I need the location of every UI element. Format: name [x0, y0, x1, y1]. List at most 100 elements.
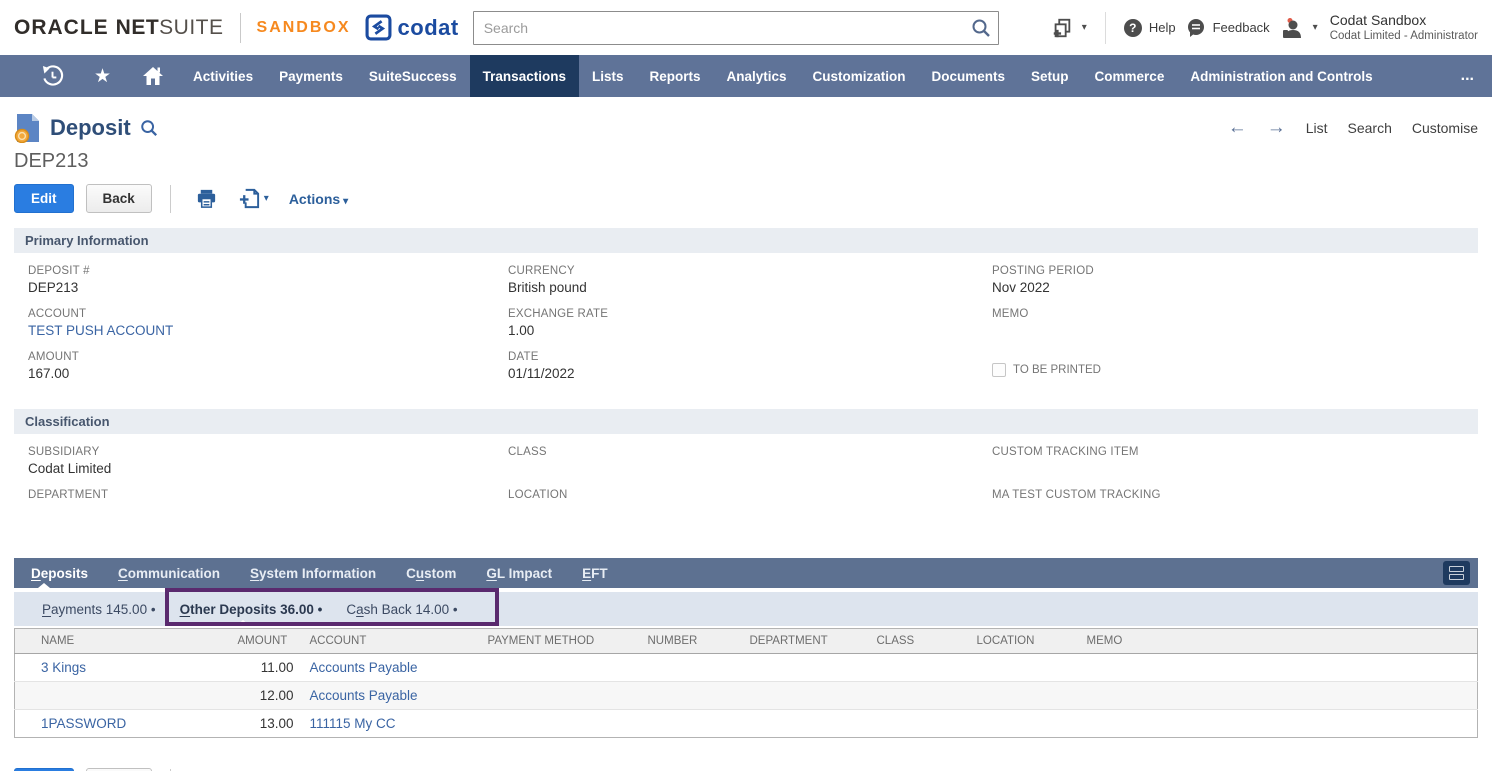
- field-value: [992, 323, 1478, 339]
- title-search-icon[interactable]: [140, 119, 158, 137]
- account-link[interactable]: Accounts Payable: [310, 660, 418, 675]
- nav-item-activities[interactable]: Activities: [180, 55, 266, 97]
- field-value: [508, 504, 992, 520]
- col-header-class: CLASS: [869, 629, 969, 654]
- name-link[interactable]: 3 Kings: [41, 660, 86, 675]
- edit-button[interactable]: Edit: [14, 184, 74, 213]
- global-search-input[interactable]: [473, 11, 999, 45]
- classification-fields: SUBSIDIARY Codat Limited DEPARTMENT CLAS…: [14, 434, 1478, 532]
- col-header-account: ACCOUNT: [302, 629, 480, 654]
- nav-item-documents[interactable]: Documents: [919, 55, 1019, 97]
- classification-col-3: CUSTOM TRACKING ITEM MA TEST CUSTOM TRAC…: [992, 446, 1478, 532]
- nav-item-suitesuccess[interactable]: SuiteSuccess: [356, 55, 470, 97]
- actions-menu[interactable]: Actions▾: [289, 191, 348, 207]
- nav-item-reports[interactable]: Reports: [636, 55, 713, 97]
- recents-menu[interactable]: [26, 55, 79, 97]
- field-location: LOCATION: [508, 489, 992, 532]
- field-value: 1.00: [508, 323, 992, 339]
- field-label: AMOUNT: [28, 351, 508, 363]
- title-left: Deposit: [14, 113, 158, 143]
- nav-item-analytics[interactable]: Analytics: [713, 55, 799, 97]
- department-cell: [742, 682, 869, 710]
- col-header-location: LOCATION: [969, 629, 1079, 654]
- deposit-record-icon: [14, 113, 41, 143]
- new-record-icon: [238, 187, 261, 210]
- name-link[interactable]: 1PASSWORD: [41, 716, 126, 731]
- oracle-logo: ORACLE: [14, 16, 109, 40]
- nav-item-lists[interactable]: Lists: [579, 55, 637, 97]
- nav-overflow-button[interactable]: ...: [1443, 55, 1492, 97]
- field-label: MEMO: [992, 308, 1478, 320]
- subtab-cash-back[interactable]: Cash Back 14.00 •: [344, 592, 459, 626]
- nav-item-transactions[interactable]: Transactions: [470, 55, 579, 97]
- create-new-menu[interactable]: ▾: [1051, 17, 1087, 39]
- nav-item-commerce[interactable]: Commerce: [1082, 55, 1178, 97]
- col-header-number: NUMBER: [640, 629, 742, 654]
- top-right-cluster: ▾ ? Help Feedback ▾ Codat: [1051, 12, 1478, 44]
- customise-link[interactable]: Customise: [1412, 120, 1478, 136]
- payment-method-cell: [480, 710, 640, 738]
- print-button[interactable]: [189, 187, 224, 210]
- field-currency: CURRENCY British pound: [508, 265, 992, 308]
- printer-icon: [195, 187, 218, 210]
- chevron-down-icon: ▾: [264, 193, 269, 204]
- forward-arrow-icon[interactable]: →: [1267, 117, 1286, 139]
- account-link[interactable]: Accounts Payable: [310, 688, 418, 703]
- payment-method-cell: [480, 682, 640, 710]
- to-be-printed-checkbox[interactable]: [992, 363, 1006, 377]
- tab-eft[interactable]: EFT: [567, 558, 623, 588]
- help-button[interactable]: ? Help: [1124, 19, 1176, 37]
- nav-item-setup[interactable]: Setup: [1018, 55, 1082, 97]
- tab-custom[interactable]: Custom: [391, 558, 471, 588]
- back-arrow-icon[interactable]: ←: [1228, 117, 1247, 139]
- list-link[interactable]: List: [1306, 120, 1328, 136]
- subtab-payments[interactable]: Payments 145.00 •: [40, 592, 158, 626]
- tab-deposits[interactable]: Deposits: [16, 558, 103, 588]
- create-new-icon: [1051, 17, 1073, 39]
- account-info[interactable]: Codat Sandbox Codat Limited - Administra…: [1330, 12, 1478, 44]
- location-cell: [969, 682, 1079, 710]
- primary-information-header: Primary Information: [14, 228, 1478, 253]
- main-nav: ★ Activities Payments SuiteSuccess Trans…: [0, 55, 1492, 97]
- title-row: Deposit ← → List Search Customise: [14, 113, 1478, 143]
- role-menu[interactable]: ▾: [1280, 17, 1318, 39]
- header-divider: [1105, 12, 1106, 44]
- account-role: Codat Limited - Administrator: [1330, 29, 1478, 43]
- favorites-menu[interactable]: ★: [79, 55, 126, 97]
- field-label: DEPOSIT #: [28, 265, 508, 277]
- department-cell: [742, 654, 869, 682]
- amount-cell: 11.00: [230, 654, 302, 682]
- tab-system-information[interactable]: System Information: [235, 558, 391, 588]
- search-icon[interactable]: [971, 18, 991, 38]
- feedback-label: Feedback: [1213, 20, 1270, 35]
- field-custom-tracking-item: CUSTOM TRACKING ITEM: [992, 446, 1478, 489]
- nav-item-administration[interactable]: Administration and Controls: [1177, 55, 1385, 97]
- col-header-name: NAME: [15, 629, 230, 654]
- field-posting-period: POSTING PERIOD Nov 2022: [992, 265, 1478, 308]
- feedback-button[interactable]: Feedback: [1186, 18, 1270, 38]
- table-row: 1PASSWORD 13.00 111115 My CC: [15, 710, 1478, 738]
- classification-col-2: CLASS LOCATION: [508, 446, 992, 532]
- field-value: DEP213: [28, 280, 508, 296]
- col-header-payment-method: PAYMENT METHOD: [480, 629, 640, 654]
- chevron-down-icon: ▾: [1313, 22, 1318, 33]
- add-related-record-button[interactable]: ▾: [232, 187, 275, 210]
- field-value: [992, 461, 1478, 477]
- field-value: 01/11/2022: [508, 366, 992, 382]
- account-link[interactable]: TEST PUSH ACCOUNT: [28, 323, 508, 339]
- search-link[interactable]: Search: [1348, 120, 1392, 136]
- nav-item-customization[interactable]: Customization: [800, 55, 919, 97]
- account-link[interactable]: 111115 My CC: [310, 716, 396, 731]
- back-button[interactable]: Back: [86, 184, 152, 213]
- subtab-other-deposits[interactable]: Other Deposits 36.00 •: [178, 592, 325, 626]
- nav-item-payments[interactable]: Payments: [266, 55, 356, 97]
- codat-logo-icon: [365, 14, 392, 41]
- home-button[interactable]: [126, 55, 180, 97]
- field-deposit-number: DEPOSIT # DEP213: [28, 265, 508, 308]
- field-label: DATE: [508, 351, 992, 363]
- tab-gl-impact[interactable]: GL Impact: [471, 558, 567, 588]
- tab-communication[interactable]: Communication: [103, 558, 235, 588]
- field-value: [28, 504, 508, 520]
- list-view-toggle-button[interactable]: [1443, 561, 1470, 585]
- global-search[interactable]: [473, 11, 999, 45]
